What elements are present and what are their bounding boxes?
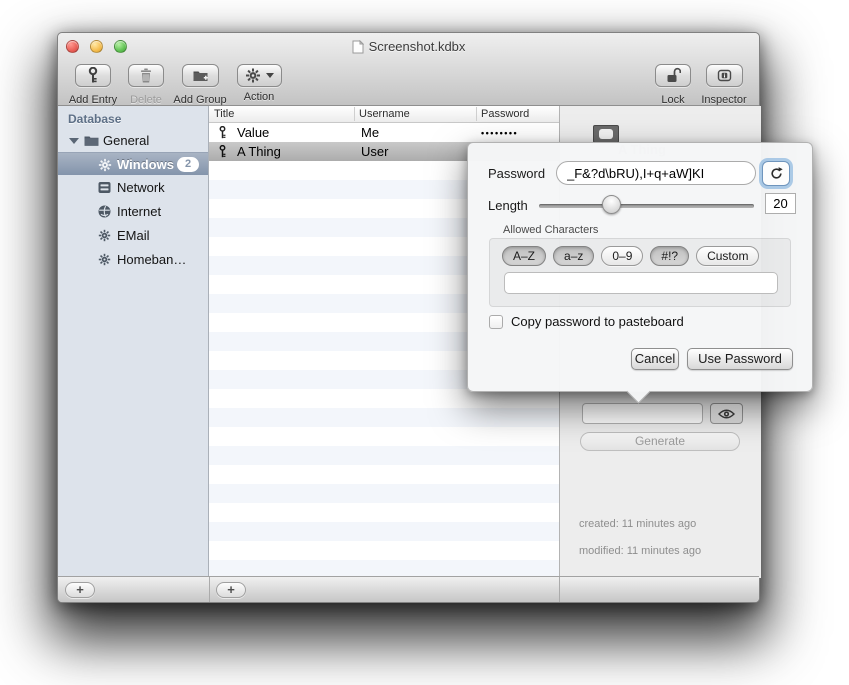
gear-icon xyxy=(98,253,111,266)
key-icon xyxy=(217,126,228,139)
eye-icon xyxy=(718,408,735,420)
allowed-characters-group: A–Z a–z 0–9 #!? Custom xyxy=(489,238,791,307)
column-divider[interactable] xyxy=(354,107,355,121)
add-entry-button[interactable]: Add Entry xyxy=(64,64,122,106)
charset-toggle-uppercase[interactable]: A–Z xyxy=(502,246,546,266)
sidebar-item-label: Network xyxy=(117,180,165,195)
globe-icon xyxy=(98,205,111,218)
copy-to-pasteboard-label: Copy password to pasteboard xyxy=(511,314,684,329)
pane-divider xyxy=(209,577,210,602)
length-slider-thumb[interactable] xyxy=(602,195,621,214)
gear-icon xyxy=(245,67,261,84)
password-label: Password xyxy=(488,166,545,181)
add-group-button[interactable]: Add Group xyxy=(169,64,231,106)
chevron-down-icon xyxy=(266,73,274,78)
charset-toggle-custom[interactable]: Custom xyxy=(696,246,759,266)
key-icon xyxy=(217,145,228,158)
length-value-input[interactable] xyxy=(765,193,796,214)
column-header-password[interactable]: Password xyxy=(481,108,529,120)
sidebar-item-label: Windows xyxy=(117,157,174,172)
allowed-characters-label: Allowed Characters xyxy=(503,224,598,236)
charset-toggle-symbols[interactable]: #!? xyxy=(650,246,689,266)
charset-toggle-numbers[interactable]: 0–9 xyxy=(601,246,643,266)
regenerate-button[interactable] xyxy=(762,161,790,186)
sidebar-item-homebanking[interactable]: Homeban… xyxy=(58,249,208,271)
password-generator-popover: Password Length Allowed Characters A–Z a… xyxy=(467,142,813,392)
sidebar-item-internet[interactable]: Internet xyxy=(58,201,208,223)
modified-timestamp: modified: 11 minutes ago xyxy=(579,545,701,557)
column-divider[interactable] xyxy=(476,107,477,121)
key-icon xyxy=(85,67,101,84)
created-timestamp: created: 11 minutes ago xyxy=(579,518,696,530)
charset-toggle-lowercase[interactable]: a–z xyxy=(553,246,594,266)
add-entry-footer-button[interactable]: + xyxy=(216,582,246,598)
image-icon xyxy=(599,129,613,139)
folder-icon xyxy=(84,134,99,147)
cell-password-dots: •••••••• xyxy=(481,128,518,138)
pane-divider xyxy=(559,577,560,602)
sidebar-item-label: Internet xyxy=(117,204,161,219)
column-header-username[interactable]: Username xyxy=(359,108,410,120)
window-title: Screenshot.kdbx xyxy=(369,39,466,54)
inspector-toggle-button[interactable]: Inspector xyxy=(696,64,752,106)
folder-plus-icon xyxy=(192,67,209,84)
length-slider-track[interactable] xyxy=(539,204,754,208)
gear-icon xyxy=(98,229,111,242)
length-label: Length xyxy=(488,198,528,213)
window-title-area: Screenshot.kdbx xyxy=(58,39,759,54)
cell-title: A Thing xyxy=(237,144,281,159)
cell-username: User xyxy=(361,144,388,159)
cell-title: Value xyxy=(237,125,269,140)
sidebar-item-network[interactable]: Network xyxy=(58,177,208,199)
entry-count-badge: 2 xyxy=(177,157,199,172)
sidebar-item-label: EMail xyxy=(117,228,150,243)
disclosure-triangle-icon[interactable] xyxy=(69,138,79,144)
refresh-icon xyxy=(769,166,784,181)
bottom-bar: + + xyxy=(58,576,759,602)
entry-icon-well[interactable] xyxy=(593,125,619,143)
custom-characters-input[interactable] xyxy=(504,272,778,294)
inspector-password-input[interactable] xyxy=(582,403,703,424)
unlocked-padlock-icon xyxy=(665,67,681,84)
column-header-title[interactable]: Title xyxy=(214,108,234,120)
table-header: Title Username Password xyxy=(209,106,559,123)
add-group-footer-button[interactable]: + xyxy=(65,582,95,598)
window-header: Screenshot.kdbx Add Entry Delete Add Gro… xyxy=(58,33,759,106)
sidebar-item-label: General xyxy=(103,133,149,148)
action-menu-button[interactable]: Action xyxy=(235,64,283,103)
trash-icon xyxy=(138,67,154,84)
show-password-button[interactable] xyxy=(710,403,743,424)
generated-password-input[interactable] xyxy=(556,161,756,185)
gear-icon xyxy=(98,158,112,172)
sidebar-item-label: Homeban… xyxy=(117,252,186,267)
generate-button[interactable]: Generate xyxy=(580,432,740,451)
sidebar-item-windows[interactable]: Windows 2 xyxy=(58,152,208,175)
table-row-value[interactable]: Value Me •••••••• xyxy=(209,123,559,142)
lock-button[interactable]: Lock xyxy=(655,64,691,106)
screenshot-stage: Screenshot.kdbx Add Entry Delete Add Gro… xyxy=(0,0,849,685)
use-password-button[interactable]: Use Password xyxy=(687,348,793,370)
document-icon xyxy=(352,40,364,54)
sidebar-item-email[interactable]: EMail xyxy=(58,225,208,247)
sidebar-section-header: Database xyxy=(68,112,121,126)
cell-username: Me xyxy=(361,125,379,140)
sidebar: Database General Windows 2 Network xyxy=(58,106,209,578)
cancel-button[interactable]: Cancel xyxy=(631,348,679,370)
copy-to-pasteboard-checkbox[interactable] xyxy=(489,315,503,329)
delete-button[interactable]: Delete xyxy=(125,64,167,106)
sidebar-item-general[interactable]: General xyxy=(58,130,208,152)
info-icon xyxy=(716,67,733,84)
network-icon xyxy=(98,181,111,194)
